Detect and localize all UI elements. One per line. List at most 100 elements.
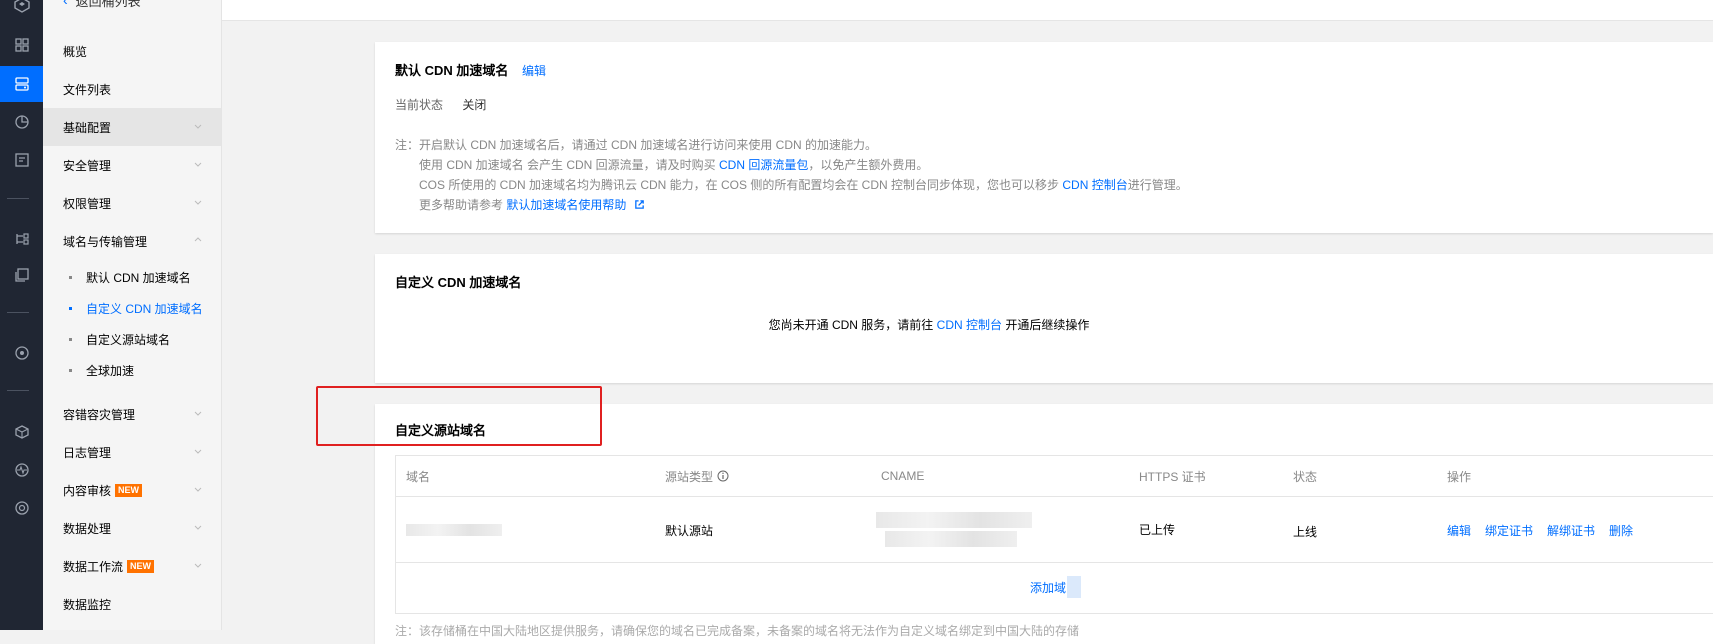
sidebar-item-content-audit[interactable]: 内容审核 NEW <box>43 471 221 509</box>
note-prefix: 注： <box>395 138 420 152</box>
dashboard-icon[interactable] <box>0 30 43 60</box>
sidebar-item-basic-config[interactable]: 基础配置 <box>43 108 221 146</box>
storage-bucket-icon[interactable] <box>0 66 43 102</box>
default-domain-help-link[interactable]: 默认加速域名使用帮助 <box>506 198 626 212</box>
monitor-pulse-icon[interactable] <box>0 455 43 485</box>
sub-item-label: 默认 CDN 加速域名 <box>86 271 191 285</box>
column-header-ops: 操作 <box>1447 469 1472 484</box>
ops-cell: 编辑 绑定证书 解绑证书 删除 <box>1447 521 1633 539</box>
sidebar-item-fault-tolerance[interactable]: 容错容灾管理 <box>43 395 221 433</box>
cube-icon[interactable] <box>0 417 43 447</box>
cdn-console-link[interactable]: CDN 控制台 <box>937 318 1002 332</box>
note-line-3-tail: 进行管理。 <box>1127 178 1188 192</box>
sub-item-label: 自定义源站域名 <box>86 333 171 347</box>
sub-item-global-acceleration[interactable]: 全球加速 <box>43 355 221 386</box>
back-to-bucket-list[interactable]: ‹ 返回桶列表 <box>63 0 141 10</box>
highlight-box <box>316 386 602 446</box>
chevron-down-icon <box>194 200 202 205</box>
column-header-https: HTTPS 证书 <box>1139 469 1206 484</box>
https-cell: 已上传 <box>1139 522 1176 537</box>
sidebar-item-label: 概览 <box>63 44 88 59</box>
add-domain-button[interactable]: 添加域 <box>1030 579 1066 596</box>
delete-link[interactable]: 删除 <box>1609 522 1633 539</box>
sidebar-item-security[interactable]: 安全管理 <box>43 146 221 184</box>
sidebar-item-domain-transfer[interactable]: 域名与传输管理 <box>43 222 221 260</box>
redacted-domain <box>406 524 502 536</box>
top-bar <box>222 0 1713 21</box>
copy-icon[interactable] <box>0 260 43 290</box>
new-badge: NEW <box>127 559 155 573</box>
chevron-down-icon <box>194 162 202 167</box>
back-label: 返回桶列表 <box>75 0 141 9</box>
sidebar-item-permissions[interactable]: 权限管理 <box>43 184 221 222</box>
sidebar-item-overview[interactable]: 概览 <box>43 32 221 70</box>
sidebar-item-label: 容错容灾管理 <box>63 407 136 422</box>
sub-item-label: 自定义 CDN 加速域名 <box>86 302 203 316</box>
sidebar-item-data-monitoring[interactable]: 数据监控 <box>43 585 221 623</box>
note-line-4: 更多帮助请参考 <box>419 198 507 212</box>
sidebar: ‹ 返回桶列表 概览 文件列表 基础配置 安全管理 权限管理 域名与传输管理 默… <box>43 0 222 630</box>
analytics-pie-icon[interactable] <box>0 107 43 137</box>
bind-cert-link[interactable]: 绑定证书 <box>1485 522 1533 539</box>
column-header-label: 源站类型 <box>665 469 714 484</box>
column-header-status: 状态 <box>1293 469 1318 484</box>
card-title: 默认 CDN 加速域名 <box>395 63 509 78</box>
external-link-icon[interactable] <box>634 199 645 210</box>
sub-item-custom-cdn[interactable]: 自定义 CDN 加速域名 <box>43 293 221 324</box>
sub-item-default-cdn[interactable]: 默认 CDN 加速域名 <box>43 262 221 293</box>
chevron-down-icon <box>194 411 202 416</box>
sidebar-item-label: 文件列表 <box>63 82 112 97</box>
report-icon[interactable] <box>0 145 43 175</box>
sidebar-item-label: 基础配置 <box>63 120 112 135</box>
sub-item-label: 全球加速 <box>86 364 135 378</box>
cdn-console-link[interactable]: CDN 控制台 <box>1062 178 1127 192</box>
origin-domain-table: 域名 源站类型 CNAME HTTPS 证书 状态 操作 默认源站 已上传 上线… <box>395 455 1713 614</box>
redacted-cname <box>876 512 1032 528</box>
note-line-2: 使用 CDN 加速域名 会产生 CDN 回源流量，请及时购买 <box>419 158 720 172</box>
status-label: 当前状态 <box>395 98 444 112</box>
target-icon[interactable] <box>0 338 43 368</box>
add-row: 添加域 <box>396 563 1713 611</box>
info-icon[interactable] <box>717 470 729 482</box>
sidebar-item-data-workflow[interactable]: 数据工作流 NEW <box>43 547 221 585</box>
sidebar-item-label: 权限管理 <box>63 196 112 211</box>
sidebar-item-label: 数据处理 <box>63 521 112 536</box>
workflow-icon[interactable] <box>0 224 43 254</box>
column-header-domain: 域名 <box>406 469 431 484</box>
note-line-2-tail: ，以免产生额外费用。 <box>808 158 929 172</box>
card-title: 自定义 CDN 加速域名 <box>395 275 522 290</box>
redacted-area <box>1067 576 1082 598</box>
chevron-down-icon <box>194 487 202 492</box>
note-line-1: 开启默认 CDN 加速域名后，请通过 CDN 加速域名进行访问来使用 CDN 的… <box>419 138 878 152</box>
chevron-up-icon <box>194 237 202 242</box>
table-row: 默认源站 已上传 上线 编辑 绑定证书 解绑证书 删除 <box>396 497 1713 563</box>
shield-scan-icon[interactable] <box>0 493 43 523</box>
note-line-3: COS 所使用的 CDN 加速域名均为腾讯云 CDN 能力，在 COS 侧的所有… <box>419 178 1063 192</box>
sidebar-item-logs[interactable]: 日志管理 <box>43 433 221 471</box>
column-header-origin-type: 源站类型 <box>665 456 729 496</box>
chevron-down-icon <box>194 124 202 129</box>
chevron-left-icon: ‹ <box>63 0 68 8</box>
column-header-cname: CNAME <box>881 469 925 483</box>
icon-rail <box>0 0 43 630</box>
sidebar-item-label: 域名与传输管理 <box>63 234 148 249</box>
sidebar-item-label: 内容审核 <box>63 483 112 498</box>
cdn-traffic-package-link[interactable]: CDN 回源流量包 <box>719 158 808 172</box>
logo-icon <box>0 0 43 20</box>
new-badge: NEW <box>115 483 143 497</box>
sidebar-item-label: 数据监控 <box>63 597 112 612</box>
default-cdn-card: 默认 CDN 加速域名 编辑 当前状态 关闭 注：开启默认 CDN 加速域名后，… <box>375 42 1713 233</box>
edit-link[interactable]: 编辑 <box>522 64 546 78</box>
sub-item-custom-origin[interactable]: 自定义源站域名 <box>43 324 221 355</box>
sidebar-item-file-list[interactable]: 文件列表 <box>43 70 221 108</box>
edit-link[interactable]: 编辑 <box>1447 522 1471 539</box>
no-cdn-message-tail: 开通后继续操作 <box>1002 318 1090 332</box>
sidebar-item-label: 安全管理 <box>63 158 112 173</box>
status-value: 关闭 <box>462 98 487 112</box>
no-cdn-message: 您尚未开通 CDN 服务，请前往 <box>768 318 937 332</box>
unbind-cert-link[interactable]: 解绑证书 <box>1547 522 1595 539</box>
sidebar-item-label: 日志管理 <box>63 445 112 460</box>
origin-type-cell: 默认源站 <box>665 523 714 538</box>
chevron-down-icon <box>194 525 202 530</box>
sidebar-item-data-processing[interactable]: 数据处理 <box>43 509 221 547</box>
